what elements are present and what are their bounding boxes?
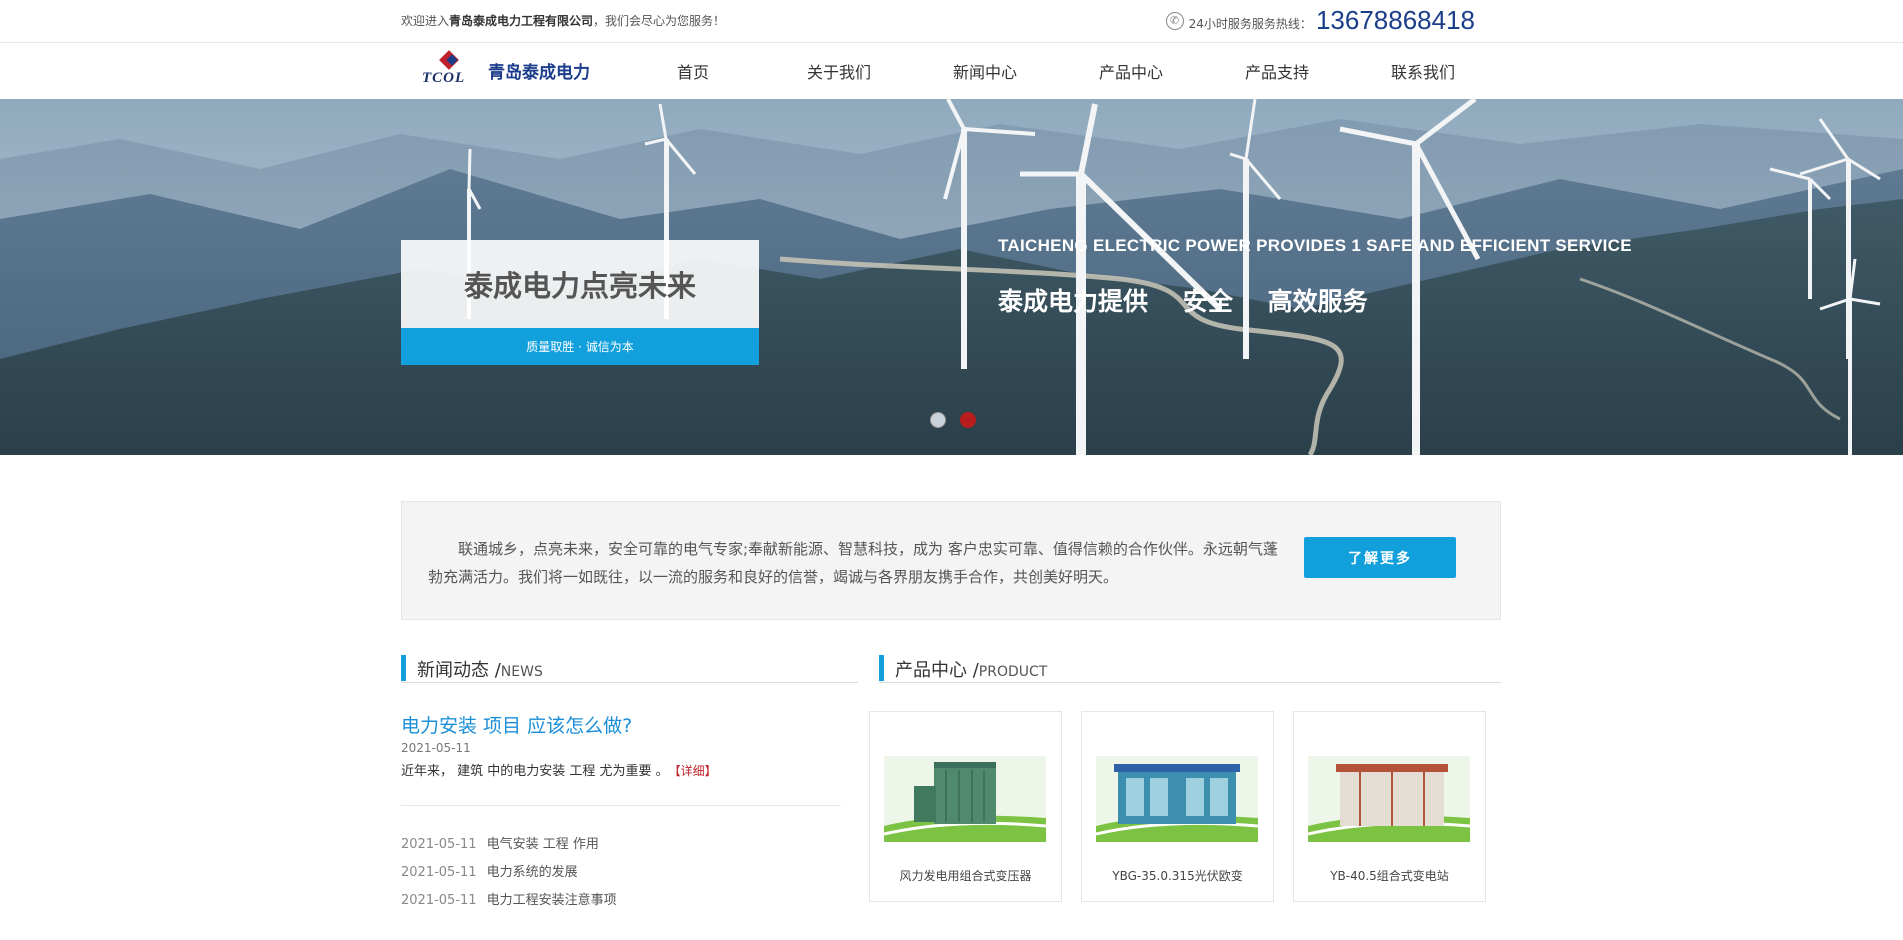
- nav-item-about[interactable]: 关于我们: [766, 59, 912, 83]
- news-title[interactable]: 新闻动态 /NEWS: [417, 656, 543, 682]
- welcome-prefix: 欢迎进入: [401, 14, 450, 28]
- product-card[interactable]: 风力发电用组合式变压器: [869, 711, 1062, 902]
- nav-item-support[interactable]: 产品支持: [1204, 59, 1350, 83]
- slider-dot-1[interactable]: [930, 412, 946, 428]
- intro-text: 联通城乡，点亮未来，安全可靠的电气专家;奉献新能源、智慧科技，成为 客户忠实可靠…: [428, 540, 1278, 586]
- site-logo[interactable]: TCOL 青岛泰成电力: [420, 50, 590, 87]
- slider-dots: [930, 412, 976, 428]
- product-section-title: 产品中心 /PRODUCT: [879, 653, 1501, 683]
- banner-landscape-image: [0, 99, 1903, 455]
- news-summary: 近年来， 建筑 中的电力安装 工程 尤为重要 。【详细】: [401, 760, 717, 779]
- news-item-title: 电力工程安装注意事项: [486, 893, 617, 908]
- news-list-item[interactable]: 2021-05-11 电力工程安装注意事项: [401, 892, 617, 920]
- logo-text: TCOL: [422, 70, 466, 86]
- nav-item-news[interactable]: 新闻中心: [912, 59, 1058, 83]
- product-name: YB-40.5组合式变电站: [1330, 869, 1449, 883]
- nav-item-products[interactable]: 产品中心: [1058, 59, 1204, 83]
- title-accent-bar: [879, 655, 884, 681]
- top-bar: 欢迎进入青岛泰成电力工程有限公司，我们会尽心为您服务！ ✆ 24小时服务服务热线…: [0, 0, 1903, 43]
- slider-dot-2[interactable]: [960, 412, 976, 428]
- product-name: YBG-35.0.315光伏欧变: [1112, 869, 1243, 883]
- news-section-title: 新闻动态 /NEWS: [401, 653, 858, 683]
- banner-chinese-title: 泰成电力提供 安全 高效服务: [998, 287, 1368, 316]
- product-image-box-substation: [1308, 756, 1470, 842]
- news-headline[interactable]: 电力安装 项目 应该怎么做?: [401, 711, 632, 738]
- news-title-en: NEWS: [500, 664, 543, 680]
- product-image-substation: [1096, 756, 1258, 842]
- product-card[interactable]: YB-40.5组合式变电站: [1293, 711, 1486, 902]
- logo-mark: TCOL: [420, 50, 476, 87]
- hotline: ✆ 24小时服务服务热线： 13678868418: [1165, 5, 1475, 36]
- welcome-suffix: ，我们会尽心为您服务！: [593, 14, 726, 28]
- news-item-date: 2021-05-11: [401, 893, 477, 908]
- news-detail-link[interactable]: 【详细】: [675, 764, 717, 778]
- banner-english-title: TAICHENG ELECTRIC POWER PROVIDES 1 SAFE …: [998, 236, 1632, 255]
- slogan-box: 泰成电力点亮未来 质量取胜 · 诚信为本: [401, 240, 759, 365]
- nav-item-home[interactable]: 首页: [620, 59, 766, 83]
- learn-more-button[interactable]: 了解更多: [1304, 537, 1456, 578]
- news-item-title: 电力系统的发展: [486, 865, 578, 880]
- welcome-text: 欢迎进入青岛泰成电力工程有限公司，我们会尽心为您服务！: [401, 12, 725, 29]
- title-accent-bar: [401, 655, 406, 681]
- hotline-number[interactable]: 13678868418: [1316, 5, 1475, 36]
- nav-menu: 首页 关于我们 新闻中心 产品中心 产品支持 联系我们: [620, 43, 1496, 99]
- main-navbar: TCOL 青岛泰成电力 首页 关于我们 新闻中心 产品中心 产品支持 联系我们: [0, 43, 1903, 99]
- product-card[interactable]: YBG-35.0.315光伏欧变: [1081, 711, 1274, 902]
- news-headline-date: 2021-05-11: [401, 741, 471, 755]
- product-title-en: PRODUCT: [978, 664, 1048, 680]
- news-summary-text: 近年来， 建筑 中的电力安装 工程 尤为重要 。: [401, 764, 669, 779]
- company-name: 青岛泰成电力工程有限公司: [449, 14, 594, 28]
- product-title[interactable]: 产品中心 /PRODUCT: [895, 656, 1047, 682]
- news-list-item[interactable]: 2021-05-11 电气安装 工程 作用: [401, 836, 617, 864]
- banner-sub-slogan: 质量取胜 · 诚信为本: [401, 328, 759, 365]
- news-list-item[interactable]: 2021-05-11 电力系统的发展: [401, 864, 617, 892]
- product-name: 风力发电用组合式变压器: [899, 869, 1032, 883]
- intro-box: 联通城乡，点亮未来，安全可靠的电气专家;奉献新能源、智慧科技，成为 客户忠实可靠…: [401, 501, 1501, 620]
- hotline-label: 24小时服务服务热线：: [1188, 17, 1312, 31]
- hero-banner: 泰成电力点亮未来 质量取胜 · 诚信为本 TAICHENG ELECTRIC P…: [0, 99, 1903, 455]
- divider: [401, 805, 841, 806]
- news-item-date: 2021-05-11: [401, 837, 477, 852]
- phone-icon: ✆: [1165, 11, 1184, 30]
- news-list: 2021-05-11 电气安装 工程 作用 2021-05-11 电力系统的发展 2…: [401, 836, 617, 920]
- news-item-date: 2021-05-11: [401, 865, 477, 880]
- banner-slogan: 泰成电力点亮未来: [401, 240, 759, 328]
- brand-name: 青岛泰成电力: [488, 62, 590, 83]
- news-item-title: 电气安装 工程 作用: [486, 837, 599, 852]
- nav-item-contact[interactable]: 联系我们: [1350, 59, 1496, 83]
- product-image-transformer: [884, 756, 1046, 842]
